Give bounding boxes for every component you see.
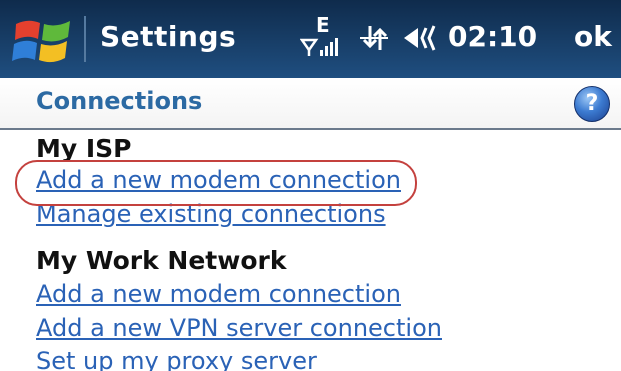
isp-manage-connections-link[interactable]: Manage existing connections [36, 200, 386, 228]
page-header: Connections ? [0, 78, 621, 130]
data-connection-icon[interactable] [358, 22, 390, 54]
help-icon[interactable]: ? [574, 86, 610, 122]
page-title: Connections [36, 87, 203, 115]
title-separator [84, 16, 86, 62]
windows-start-icon[interactable] [12, 14, 74, 68]
signal-network-label: E [316, 13, 330, 37]
signal-icon[interactable]: E [300, 10, 340, 62]
section-title-my-isp: My ISP [36, 134, 132, 163]
isp-add-modem-link[interactable]: Add a new modem connection [36, 166, 401, 194]
title-bar: Settings E 02:10 ok [0, 0, 621, 78]
screen: Settings E 02:10 ok Connections ? My ISP… [0, 0, 621, 371]
app-title: Settings [100, 20, 237, 53]
ok-button[interactable]: ok [574, 20, 612, 53]
section-title-my-work-network: My Work Network [36, 246, 287, 275]
work-add-modem-link[interactable]: Add a new modem connection [36, 280, 401, 308]
clock[interactable]: 02:10 [448, 20, 537, 53]
volume-icon[interactable] [402, 22, 442, 54]
work-add-vpn-link[interactable]: Add a new VPN server connection [36, 314, 442, 342]
work-proxy-server-link[interactable]: Set up my proxy server [36, 347, 317, 371]
